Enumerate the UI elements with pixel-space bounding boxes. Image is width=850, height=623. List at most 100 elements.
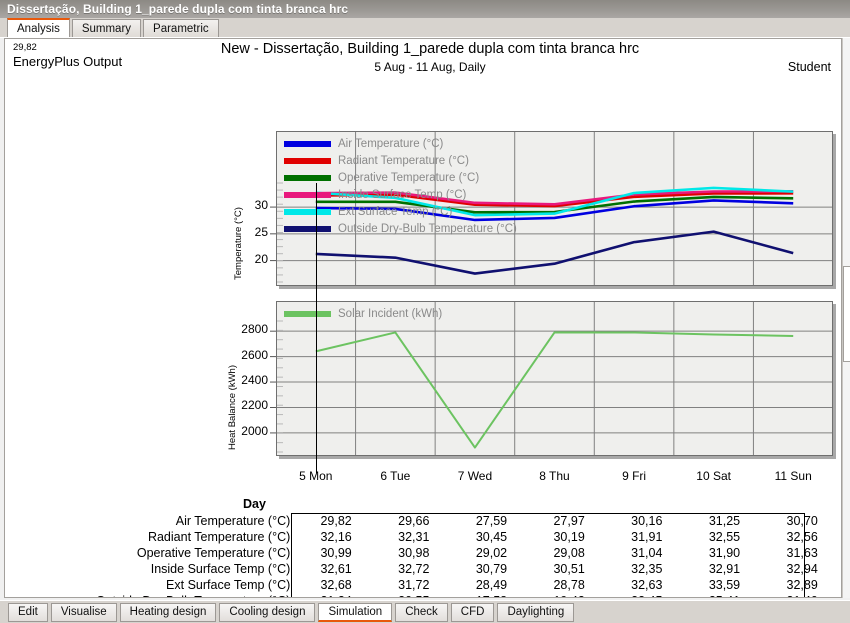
table-cell: 29,66 — [398, 514, 430, 528]
bottom-tab-edit[interactable]: Edit — [8, 602, 48, 622]
x-tick-label: 7 Wed — [457, 469, 493, 483]
table-cell: 31,72 — [398, 578, 430, 592]
table-cell: 32,35 — [631, 562, 663, 576]
top-tab-strip: Analysis Summary Parametric — [0, 18, 850, 38]
table-cell: 29,02 — [475, 546, 508, 560]
top-tab-parametric[interactable]: Parametric — [143, 19, 219, 37]
chart-legend: Solar Incident (kWh) — [284, 305, 825, 322]
table-cell: 23,45 — [608, 593, 686, 597]
y-tick-label: 25 — [254, 224, 268, 239]
window-title-bar: Dissertação, Building 1_parede dupla com… — [0, 0, 850, 18]
y-tick-label: 2200 — [241, 398, 268, 413]
table-cell: 32,91 — [708, 562, 741, 576]
table-row[interactable]: Outside Dry-Bulb Temperature (°C)21,2420… — [5, 593, 841, 597]
results-table: Air Temperature (°C) 29,82 29,66 27,59 27,97… — [5, 513, 841, 597]
data-table-wrap: Air Temperature (°C) 29,82 29,66 27,59 27,97… — [5, 513, 841, 597]
legend-item: Solar Incident (kWh) — [284, 305, 819, 322]
table-row[interactable]: Ext Surface Temp (°C) 32,68 31,72 28,49 28,7… — [5, 577, 841, 593]
vertical-scrollbar-thumb[interactable] — [843, 266, 850, 362]
table-cell: 30,70 — [786, 514, 818, 528]
table-row[interactable]: Air Temperature (°C) 29,82 29,66 27,59 27,97… — [5, 513, 841, 529]
legend-item: Air Temperature (°C) — [284, 135, 555, 152]
table-cell: 30,99 — [320, 546, 352, 560]
y-tick-label: 2600 — [241, 347, 268, 362]
table-cell: 30,45 — [475, 530, 508, 544]
y-tick-label: 20 — [254, 251, 268, 266]
legend-label: Outside Dry-Bulb Temperature (°C) — [338, 222, 517, 235]
bottom-tab-label: Daylighting — [507, 606, 565, 618]
table-cell: 32,55 — [708, 530, 741, 544]
table-row-label: Ext Surface Temp (°C) — [166, 578, 291, 592]
chart-title: New - Dissertação, Building 1_parede dup… — [220, 41, 640, 57]
legend-item: Inside Surface Temp (°C) — [284, 186, 555, 203]
table-cell: 30,98 — [398, 546, 430, 560]
bottom-tab-label: Visualise — [60, 606, 107, 618]
legend-label: Ext Surface Temp (°C) — [338, 205, 453, 218]
top-tab-analysis[interactable]: Analysis — [7, 18, 70, 37]
bottom-tab-heating-design[interactable]: Heating design — [119, 602, 217, 622]
table-row-label: Operative Temperature (°C) — [136, 546, 291, 560]
table-cell: 30,19 — [553, 530, 585, 544]
table-row-label: Air Temperature (°C) — [175, 514, 291, 528]
chart-cursor-line[interactable] — [315, 183, 317, 473]
top-tab-label: Parametric — [153, 22, 209, 35]
table-cell: 21,40 — [763, 593, 841, 597]
bottom-tab-label: Heating design — [129, 606, 207, 618]
vertical-scrollbar[interactable] — [842, 38, 850, 598]
table-cell: 32,89 — [786, 578, 818, 592]
bottom-tab-visualise[interactable]: Visualise — [50, 602, 117, 622]
table-cell: 29,82 — [320, 514, 352, 528]
table-row-label: Radiant Temperature (°C) — [147, 530, 291, 544]
bottom-tab-cooling-design[interactable]: Cooling design — [219, 602, 316, 622]
bottom-tab-cfd[interactable]: CFD — [450, 602, 495, 622]
y-tick-label: 2800 — [241, 322, 268, 337]
table-cell: 32,56 — [786, 530, 818, 544]
bottom-tab-label: CFD — [460, 606, 485, 618]
legend-color-swatch — [284, 208, 331, 215]
table-cell: 20,55 — [375, 593, 453, 597]
legend-color-swatch — [284, 157, 331, 164]
legend-color-swatch — [284, 225, 331, 232]
table-row[interactable]: Inside Surface Temp (°C) 32,61 32,72 30,79 3… — [5, 561, 841, 577]
legend-label: Air Temperature (°C) — [338, 137, 444, 150]
legend-color-swatch — [284, 191, 331, 198]
day-axis-label: Day — [243, 497, 266, 511]
table-cell: 31,91 — [631, 530, 663, 544]
table-cell: 29,08 — [553, 546, 585, 560]
legend-label: Operative Temperature (°C) — [338, 171, 480, 184]
legend-item: Outside Dry-Bulb Temperature (°C) — [284, 220, 555, 237]
table-cell: 32,61 — [320, 562, 352, 576]
table-cell: 27,97 — [553, 514, 585, 528]
table-cell: 21,24 — [297, 593, 375, 597]
bottom-tab-label: Edit — [18, 606, 38, 618]
table-cell: 19,42 — [530, 593, 608, 597]
x-tick-label: 9 Fri — [622, 469, 647, 483]
table-cell: 28,78 — [553, 578, 585, 592]
bottom-tab-strip: Edit Visualise Heating design Cooling desig… — [0, 600, 850, 623]
table-cell: 32,16 — [320, 530, 352, 544]
x-tick-label: 10 Sat — [696, 469, 731, 483]
y-axis-title: Temperature (°C) — [233, 207, 244, 280]
charts-container: Temperature (°C) 20 25 30 Air Temperature (°… — [5, 79, 841, 491]
table-cell: 30,79 — [475, 562, 508, 576]
top-tab-summary[interactable]: Summary — [71, 19, 142, 37]
report-header: 29,82 EnergyPlus Output New - Dissertaçã… — [5, 39, 841, 79]
table-cell: 17,58 — [453, 593, 531, 597]
table-cell: 28,49 — [475, 578, 508, 592]
bottom-tab-daylighting[interactable]: Daylighting — [497, 602, 575, 622]
y-tick-label: 2400 — [241, 373, 268, 388]
bottom-tab-check[interactable]: Check — [395, 602, 448, 622]
table-cell: 32,94 — [786, 562, 818, 576]
table-cell: 32,63 — [631, 578, 663, 592]
legend-color-swatch — [284, 310, 331, 317]
legend-item: Operative Temperature (°C) — [284, 169, 555, 186]
plot-area — [276, 301, 833, 456]
table-row[interactable]: Operative Temperature (°C) 30,99 30,98 29,0… — [5, 545, 841, 561]
x-tick-label: 6 Tue — [380, 469, 411, 483]
bottom-tab-simulation[interactable]: Simulation — [318, 602, 393, 622]
table-row[interactable]: Radiant Temperature (°C) 32,16 32,31 30,45 3… — [5, 529, 841, 545]
day-axis-row: Day 5 Mon6 Tue7 Wed8 Thu9 Fri10 Sat11 Su… — [5, 491, 841, 513]
window-title: Dissertação, Building 1_parede dupla com… — [7, 2, 349, 16]
bottom-tab-label: Cooling design — [229, 606, 306, 618]
x-tick-label: 11 Sun — [774, 469, 812, 483]
